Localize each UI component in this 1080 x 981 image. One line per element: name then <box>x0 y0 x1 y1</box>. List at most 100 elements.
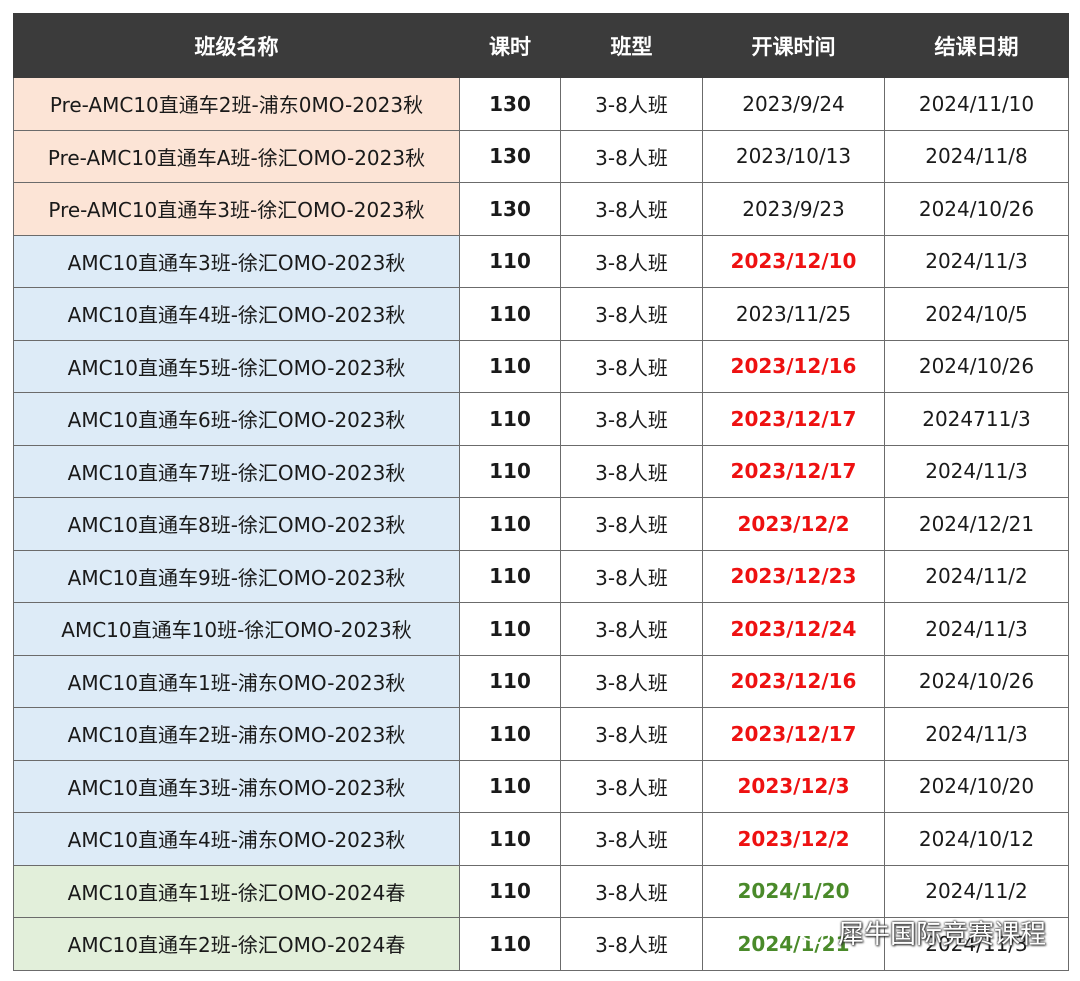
hours-cell: 110 <box>459 339 561 393</box>
class-type-cell: 3-8人班 <box>560 182 703 236</box>
end-date-cell: 2024/10/20 <box>884 759 1069 813</box>
start-date-cell: 2023/12/2 <box>702 497 885 551</box>
class-name-cell: Pre-AMC10直通车2班-浦东0MO-2023秋 <box>13 77 460 131</box>
end-date-cell: 2024711/3 <box>884 392 1069 446</box>
class-name-cell: AMC10直通车2班-徐汇OMO-2024春 <box>13 917 460 971</box>
header-class-type: 班型 <box>560 13 703 78</box>
end-date-cell: 2024/10/26 <box>884 654 1069 708</box>
start-date-cell: 2023/12/16 <box>702 654 885 708</box>
end-date-cell: 2024/11/8 <box>884 129 1069 183</box>
hours-cell: 110 <box>459 234 561 288</box>
hours-cell: 110 <box>459 917 561 971</box>
hours-cell: 130 <box>459 182 561 236</box>
table-row: AMC10直通车4班-徐汇OMO-2023秋 110 3-8人班 2023/11… <box>13 287 1069 341</box>
watermark: 犀牛国际竞赛课程 <box>798 914 1046 951</box>
hours-cell: 110 <box>459 549 561 603</box>
end-date-cell: 2024/10/5 <box>884 287 1069 341</box>
hours-cell: 110 <box>459 707 561 761</box>
table-row: AMC10直通车4班-浦东OMO-2023秋 110 3-8人班 2023/12… <box>13 812 1069 866</box>
hours-cell: 130 <box>459 77 561 131</box>
hours-cell: 110 <box>459 392 561 446</box>
start-date-cell: 2023/12/2 <box>702 812 885 866</box>
class-type-cell: 3-8人班 <box>560 654 703 708</box>
course-table-container: 班级名称 课时 班型 开课时间 结课日期 Pre-AMC10直通车2班-浦东0M… <box>13 13 1069 971</box>
end-date-cell: 2024/10/12 <box>884 812 1069 866</box>
class-type-cell: 3-8人班 <box>560 759 703 813</box>
class-type-cell: 3-8人班 <box>560 812 703 866</box>
table-row: Pre-AMC10直通车3班-徐汇OMO-2023秋 130 3-8人班 202… <box>13 182 1069 236</box>
table-row: Pre-AMC10直通车2班-浦东0MO-2023秋 130 3-8人班 202… <box>13 77 1069 131</box>
hours-cell: 110 <box>459 602 561 656</box>
table-row: AMC10直通车5班-徐汇OMO-2023秋 110 3-8人班 2023/12… <box>13 339 1069 393</box>
start-date-cell: 2023/12/10 <box>702 234 885 288</box>
course-table: 班级名称 课时 班型 开课时间 结课日期 Pre-AMC10直通车2班-浦东0M… <box>13 13 1069 971</box>
start-date-cell: 2023/12/17 <box>702 707 885 761</box>
class-name-cell: AMC10直通车9班-徐汇OMO-2023秋 <box>13 549 460 603</box>
table-row: AMC10直通车2班-浦东OMO-2023秋 110 3-8人班 2023/12… <box>13 707 1069 761</box>
class-type-cell: 3-8人班 <box>560 444 703 498</box>
start-date-cell: 2024/1/20 <box>702 864 885 918</box>
table-row: AMC10直通车6班-徐汇OMO-2023秋 110 3-8人班 2023/12… <box>13 392 1069 446</box>
header-start-date: 开课时间 <box>702 13 885 78</box>
start-date-cell: 2023/10/13 <box>702 129 885 183</box>
class-type-cell: 3-8人班 <box>560 339 703 393</box>
watermark-text: 犀牛国际竞赛课程 <box>837 920 1046 950</box>
class-name-cell: AMC10直通车5班-徐汇OMO-2023秋 <box>13 339 460 393</box>
class-name-cell: AMC10直通车3班-徐汇OMO-2023秋 <box>13 234 460 288</box>
class-type-cell: 3-8人班 <box>560 77 703 131</box>
class-name-cell: AMC10直通车4班-浦东OMO-2023秋 <box>13 812 460 866</box>
class-name-cell: Pre-AMC10直通车A班-徐汇OMO-2023秋 <box>13 129 460 183</box>
class-name-cell: AMC10直通车2班-浦东OMO-2023秋 <box>13 707 460 761</box>
table-row: AMC10直通车3班-浦东OMO-2023秋 110 3-8人班 2023/12… <box>13 759 1069 813</box>
header-end-date: 结课日期 <box>884 13 1069 78</box>
end-date-cell: 2024/10/26 <box>884 339 1069 393</box>
hours-cell: 110 <box>459 812 561 866</box>
start-date-cell: 2023/12/3 <box>702 759 885 813</box>
class-name-cell: AMC10直通车4班-徐汇OMO-2023秋 <box>13 287 460 341</box>
start-date-cell: 2023/9/23 <box>702 182 885 236</box>
class-type-cell: 3-8人班 <box>560 707 703 761</box>
table-row: AMC10直通车8班-徐汇OMO-2023秋 110 3-8人班 2023/12… <box>13 497 1069 551</box>
end-date-cell: 2024/11/10 <box>884 77 1069 131</box>
class-type-cell: 3-8人班 <box>560 287 703 341</box>
table-row: AMC10直通车3班-徐汇OMO-2023秋 110 3-8人班 2023/12… <box>13 234 1069 288</box>
class-name-cell: AMC10直通车3班-浦东OMO-2023秋 <box>13 759 460 813</box>
table-row: Pre-AMC10直通车A班-徐汇OMO-2023秋 130 3-8人班 202… <box>13 129 1069 183</box>
hours-cell: 110 <box>459 654 561 708</box>
class-name-cell: AMC10直通车10班-徐汇OMO-2023秋 <box>13 602 460 656</box>
start-date-cell: 2023/12/24 <box>702 602 885 656</box>
table-row: AMC10直通车1班-浦东OMO-2023秋 110 3-8人班 2023/12… <box>13 654 1069 708</box>
end-date-cell: 2024/12/21 <box>884 497 1069 551</box>
header-hours: 课时 <box>459 13 561 78</box>
hours-cell: 110 <box>459 864 561 918</box>
class-type-cell: 3-8人班 <box>560 497 703 551</box>
class-name-cell: Pre-AMC10直通车3班-徐汇OMO-2023秋 <box>13 182 460 236</box>
table-header-row: 班级名称 课时 班型 开课时间 结课日期 <box>13 13 1069 78</box>
table-row: AMC10直通车10班-徐汇OMO-2023秋 110 3-8人班 2023/1… <box>13 602 1069 656</box>
class-name-cell: AMC10直通车1班-徐汇OMO-2024春 <box>13 864 460 918</box>
hours-cell: 110 <box>459 497 561 551</box>
class-type-cell: 3-8人班 <box>560 392 703 446</box>
class-type-cell: 3-8人班 <box>560 129 703 183</box>
end-date-cell: 2024/11/3 <box>884 444 1069 498</box>
start-date-cell: 2023/12/17 <box>702 444 885 498</box>
table-row: AMC10直通车7班-徐汇OMO-2023秋 110 3-8人班 2023/12… <box>13 444 1069 498</box>
class-name-cell: AMC10直通车1班-浦东OMO-2023秋 <box>13 654 460 708</box>
hours-cell: 110 <box>459 444 561 498</box>
end-date-cell: 2024/11/3 <box>884 234 1069 288</box>
class-name-cell: AMC10直通车6班-徐汇OMO-2023秋 <box>13 392 460 446</box>
start-date-cell: 2023/12/23 <box>702 549 885 603</box>
start-date-cell: 2023/12/16 <box>702 339 885 393</box>
class-type-cell: 3-8人班 <box>560 549 703 603</box>
class-name-cell: AMC10直通车7班-徐汇OMO-2023秋 <box>13 444 460 498</box>
class-name-cell: AMC10直通车8班-徐汇OMO-2023秋 <box>13 497 460 551</box>
hours-cell: 110 <box>459 759 561 813</box>
end-date-cell: 2024/10/26 <box>884 182 1069 236</box>
class-type-cell: 3-8人班 <box>560 917 703 971</box>
end-date-cell: 2024/11/3 <box>884 707 1069 761</box>
class-type-cell: 3-8人班 <box>560 864 703 918</box>
class-type-cell: 3-8人班 <box>560 602 703 656</box>
start-date-cell: 2023/12/17 <box>702 392 885 446</box>
table-row: AMC10直通车1班-徐汇OMO-2024春 110 3-8人班 2024/1/… <box>13 864 1069 918</box>
start-date-cell: 2023/11/25 <box>702 287 885 341</box>
